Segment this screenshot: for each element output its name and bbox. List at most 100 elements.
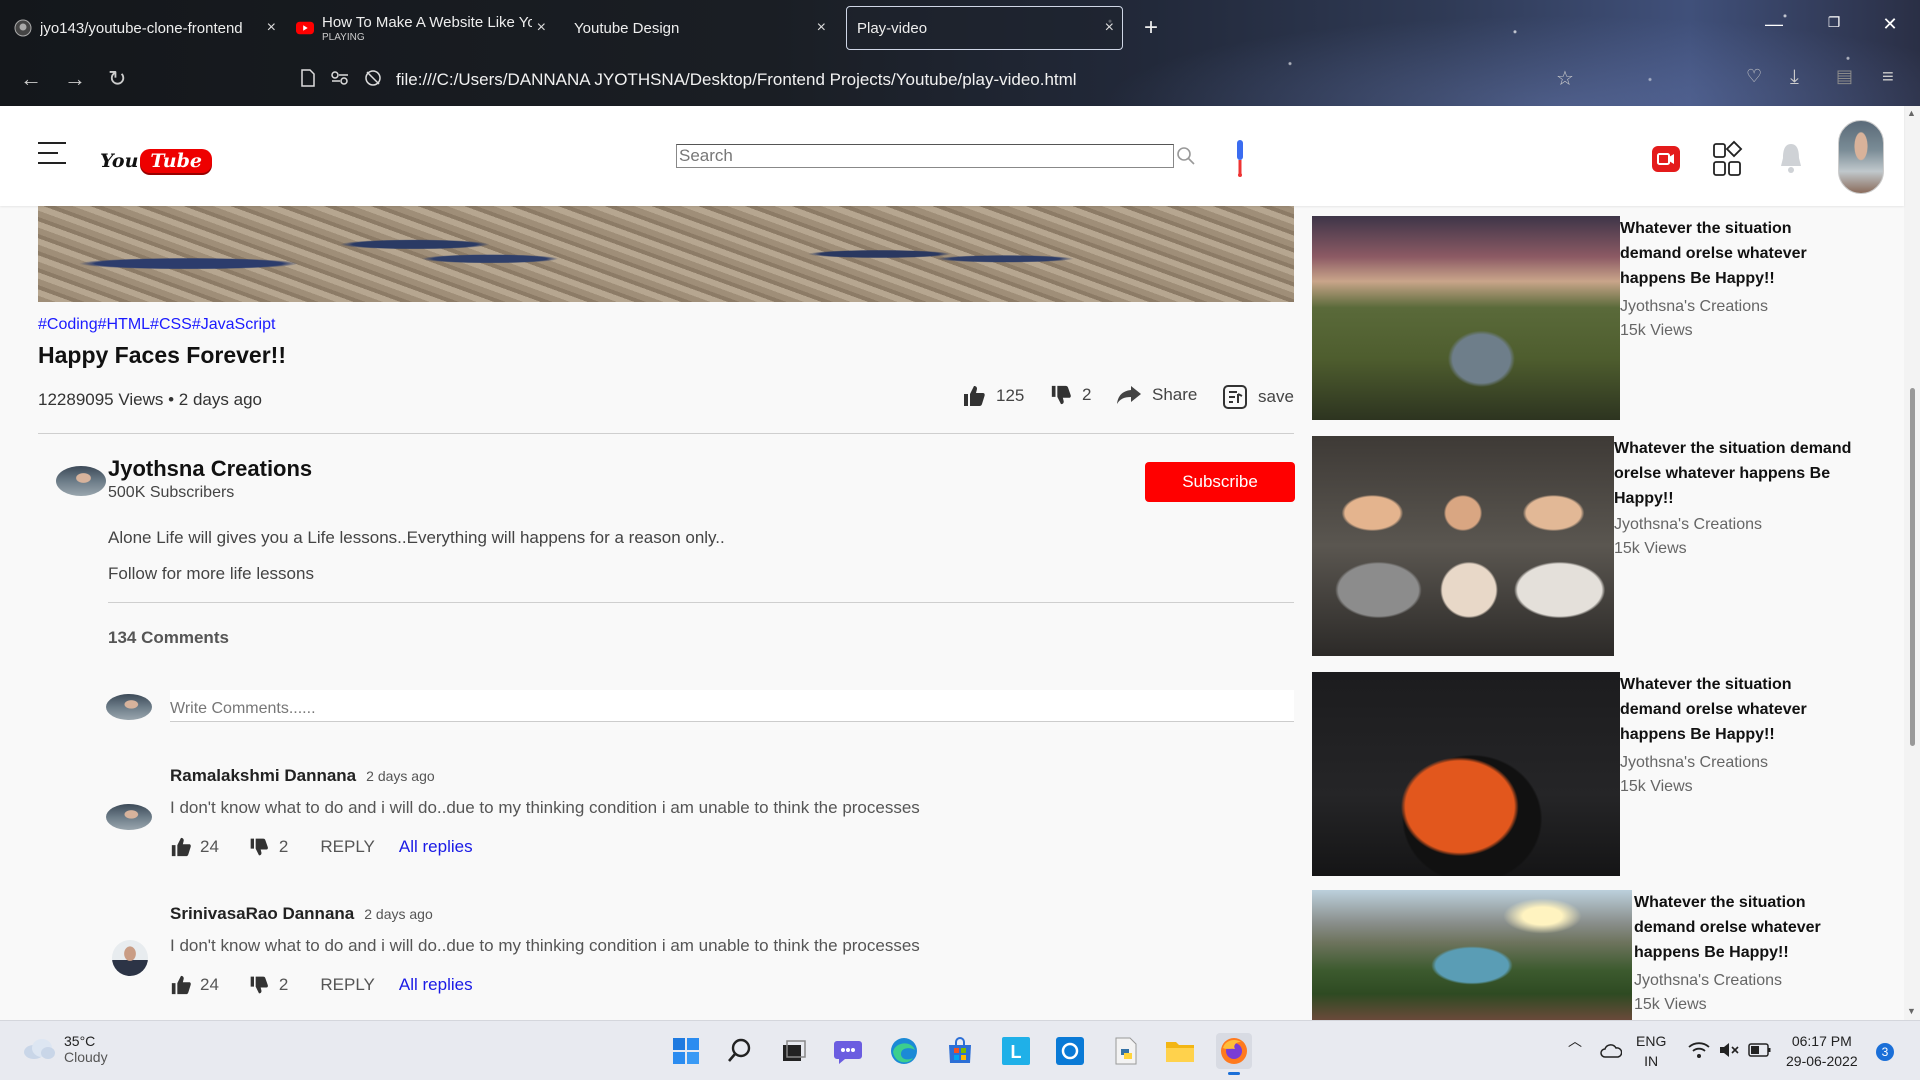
thumbs-down-icon[interactable] <box>249 975 269 995</box>
divider <box>108 602 1294 603</box>
thumbs-down-icon <box>1051 385 1071 405</box>
dislike-button[interactable]: 2 <box>1050 384 1091 406</box>
sidebar-thumbnail[interactable] <box>1312 672 1620 876</box>
tray-overflow-icon[interactable]: ︿ <box>1568 1031 1582 1051</box>
reply-button[interactable]: REPLY <box>320 837 375 857</box>
page-icon <box>300 68 316 92</box>
close-icon[interactable]: × <box>537 19 546 37</box>
reload-icon[interactable]: ↻ <box>108 66 126 92</box>
all-replies-link[interactable]: All replies <box>399 975 473 995</box>
notification-badge[interactable]: 3 <box>1876 1043 1894 1061</box>
channel-avatar[interactable] <box>56 466 106 496</box>
downloads-icon[interactable]: ⤓ <box>1790 66 1799 89</box>
address-bar[interactable]: file:///C:/Users/DANNANA JYOTHSNA/Deskto… <box>300 64 1600 96</box>
onedrive-cloud-icon[interactable] <box>1600 1043 1622 1059</box>
scrollbar-thumb[interactable] <box>1910 388 1915 746</box>
sidebar-views: 15k Views <box>1614 540 1687 557</box>
tab-youtube-design[interactable]: Youtube Design × <box>564 6 834 50</box>
reply-button[interactable]: REPLY <box>320 975 375 995</box>
teams-chat-button[interactable] <box>830 1033 866 1069</box>
sidebar-video-title: Whatever the situation demand orelse wha… <box>1620 220 1807 287</box>
notification-bell-icon[interactable] <box>1778 140 1804 176</box>
sidebar-video-item[interactable]: Whatever the situation demand orelse wha… <box>1312 672 1872 876</box>
url-text[interactable]: file:///C:/Users/DANNANA JYOTHSNA/Deskto… <box>396 70 1077 90</box>
save-button[interactable]: save <box>1222 384 1294 410</box>
tracking-protection-icon[interactable] <box>364 69 382 92</box>
clock-date: 29-06-2022 <box>1786 1053 1858 1069</box>
user-avatar[interactable] <box>1838 120 1884 194</box>
thumbs-up-icon[interactable] <box>170 974 192 996</box>
bookmark-star-icon[interactable]: ☆ <box>1556 66 1574 91</box>
plus-icon: + <box>1144 14 1159 41</box>
l-app-button[interactable]: L <box>998 1033 1034 1069</box>
comment-avatar <box>112 940 148 976</box>
thumbs-up-icon[interactable] <box>170 836 192 858</box>
volume-muted-icon[interactable] <box>1718 1041 1740 1059</box>
tab-youtube-tutorial[interactable]: How To Make A Website Like Yo PLAYING × <box>286 6 554 50</box>
tab-play-video[interactable]: Play-video × <box>846 6 1123 50</box>
language-indicator[interactable]: ENG IN <box>1636 1031 1666 1071</box>
all-replies-link[interactable]: All replies <box>399 837 473 857</box>
new-tab-button[interactable]: + <box>1134 6 1170 50</box>
minimize-icon[interactable]: — <box>1762 14 1786 35</box>
app-button[interactable] <box>1052 1033 1088 1069</box>
comment-author[interactable]: SrinivasaRao Dannana 2 days ago <box>170 904 433 924</box>
comments-count: 134 Comments <box>108 628 229 647</box>
sidebar-channel-name: Jyothsna's Creations <box>1620 298 1769 315</box>
close-window-icon[interactable]: ✕ <box>1878 14 1902 35</box>
channel-name[interactable]: Jyothsna Creations <box>108 456 312 482</box>
microsoft-store-button[interactable] <box>942 1033 978 1069</box>
pocket-icon[interactable]: ♡ <box>1746 66 1762 87</box>
like-button[interactable]: 125 <box>962 384 1024 408</box>
sidebar-thumbnail[interactable] <box>1312 216 1620 420</box>
page-scrollbar[interactable]: ▲ ▼ <box>1904 106 1920 1020</box>
thumbs-down-icon[interactable] <box>249 837 269 857</box>
sidebar-thumbnail[interactable] <box>1312 890 1632 1020</box>
search-icon[interactable] <box>1176 146 1196 166</box>
share-button[interactable]: Share <box>1116 384 1197 406</box>
hamburger-menu-icon[interactable] <box>38 142 66 166</box>
sidebar-thumbnail[interactable] <box>1312 436 1614 656</box>
channel-description-line: Follow for more life lessons <box>108 564 314 583</box>
extensions-icon[interactable]: ▤ <box>1836 66 1853 87</box>
write-comment-input[interactable]: Write Comments...... <box>170 690 1294 722</box>
menu-icon[interactable]: ≡ <box>1882 66 1894 89</box>
forward-icon[interactable]: → <box>64 66 86 92</box>
start-button[interactable] <box>668 1033 704 1069</box>
firefox-button[interactable] <box>1216 1033 1252 1075</box>
sidebar-video-item[interactable]: Whatever the situation demand orelse wha… <box>1312 436 1872 656</box>
back-icon[interactable]: ← <box>20 66 42 92</box>
scroll-up-arrow-icon[interactable]: ▲ <box>1907 108 1916 118</box>
restore-icon[interactable]: ❐ <box>1822 14 1846 31</box>
taskbar-search-button[interactable] <box>722 1033 758 1069</box>
python-file-button[interactable] <box>1108 1033 1144 1069</box>
wifi-icon[interactable] <box>1688 1041 1710 1059</box>
sidebar-views: 15k Views <box>1634 996 1707 1013</box>
edge-browser-button[interactable] <box>886 1033 922 1069</box>
windows-taskbar: 35°C Cloudy L ︿ ENG IN 06:17 PM 29-06-20… <box>0 1020 1920 1080</box>
search-input[interactable]: Search <box>676 144 1174 168</box>
close-icon[interactable]: × <box>267 19 276 37</box>
comment-author[interactable]: Ramalakshmi Dannana 2 days ago <box>170 766 435 786</box>
subscribe-button[interactable]: Subscribe <box>1145 462 1295 502</box>
weather-widget[interactable]: 35°C Cloudy <box>22 1033 108 1065</box>
file-explorer-button[interactable] <box>1162 1033 1198 1069</box>
tab-github[interactable]: jyo143/youtube-clone-frontend × <box>4 6 284 50</box>
battery-icon[interactable] <box>1748 1042 1772 1058</box>
apps-grid-icon[interactable] <box>1712 140 1744 178</box>
youtube-logo[interactable]: You Tube <box>100 148 212 174</box>
video-upload-icon[interactable] <box>1652 146 1680 172</box>
video-hashtags[interactable]: #Coding#HTML#CSS#JavaScript <box>38 316 275 334</box>
close-icon[interactable]: × <box>817 19 826 37</box>
sidebar-video-item[interactable]: Whatever the situation demand orelse wha… <box>1312 890 1872 1020</box>
edge-icon <box>891 1038 917 1064</box>
video-player[interactable] <box>38 206 1294 302</box>
sidebar-video-item[interactable]: Whatever the situation demand orelse wha… <box>1312 216 1872 420</box>
scroll-down-arrow-icon[interactable]: ▼ <box>1907 1006 1916 1016</box>
permissions-icon[interactable] <box>330 70 350 91</box>
store-icon <box>949 1037 971 1063</box>
microphone-icon[interactable] <box>1232 138 1248 178</box>
clock[interactable]: 06:17 PM 29-06-2022 <box>1786 1031 1858 1071</box>
task-view-button[interactable] <box>776 1033 812 1069</box>
close-icon[interactable]: × <box>1105 19 1114 37</box>
